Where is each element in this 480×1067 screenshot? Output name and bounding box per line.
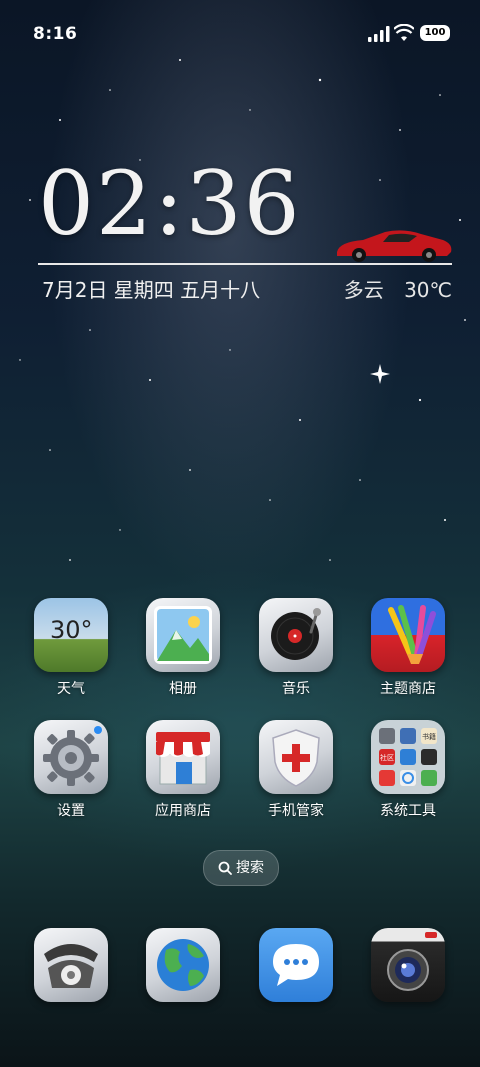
weather-icon-temp: 30° [50,616,93,644]
battery-level: 100 [424,27,446,38]
theme-store-icon [371,598,445,672]
svg-text:书籍: 书籍 [422,732,436,741]
app-theme-store[interactable]: 主题商店 [352,598,464,698]
widget-weather: 多云 30℃ [330,274,452,303]
folder-system-tools[interactable]: 书籍 社区 系统工具 [352,720,464,820]
app-label: 系统工具 [380,803,436,819]
dock-browser[interactable] [127,928,239,1002]
dock-phone[interactable] [15,928,127,1002]
sports-car-icon [337,230,452,262]
search-icon [218,861,232,875]
app-gallery[interactable]: 相册 [127,598,239,698]
dock-messages[interactable] [240,928,352,1002]
app-label: 设置 [57,803,85,819]
browser-icon [146,928,220,1002]
app-label: 相册 [169,681,197,697]
weather-condition: 多云 [343,278,384,302]
status-time: 8:16 [33,24,78,44]
app-label: 音乐 [282,681,310,697]
weather-icon: 30° [34,598,108,672]
app-label: 应用商店 [155,803,211,819]
app-weather[interactable]: 30° 天气 [15,598,127,698]
search-button[interactable]: 搜索 [203,850,279,886]
music-icon [259,598,333,672]
wifi-icon [394,24,414,41]
messages-icon [259,928,333,1002]
app-store-icon [146,720,220,794]
settings-icon [34,720,108,794]
app-music[interactable]: 音乐 [240,598,352,698]
app-security[interactable]: 手机管家 [240,720,352,820]
search-label: 搜索 [236,860,264,876]
app-app-store[interactable]: 应用商店 [127,720,239,820]
app-label: 手机管家 [268,803,324,819]
widget-divider [38,263,452,265]
app-label: 主题商店 [380,681,436,697]
battery-icon: 100 [420,25,450,41]
app-settings[interactable]: 设置 [15,720,127,820]
svg-text:社区: 社区 [380,753,394,762]
widget-time: 02:36 [38,152,302,255]
system-tools-folder-icon: 书籍 社区 [371,720,445,794]
phone-icon [34,928,108,1002]
status-bar: 8:16 100 [0,0,480,68]
security-icon [259,720,333,794]
app-label: 天气 [57,681,85,697]
camera-icon [371,928,445,1002]
gallery-icon [146,598,220,672]
dock-camera[interactable] [352,928,464,1002]
weather-temperature: 30℃ [404,278,452,302]
widget-date: 7月2日 星期四 五月十八 [42,278,261,302]
signal-icon [368,26,390,42]
